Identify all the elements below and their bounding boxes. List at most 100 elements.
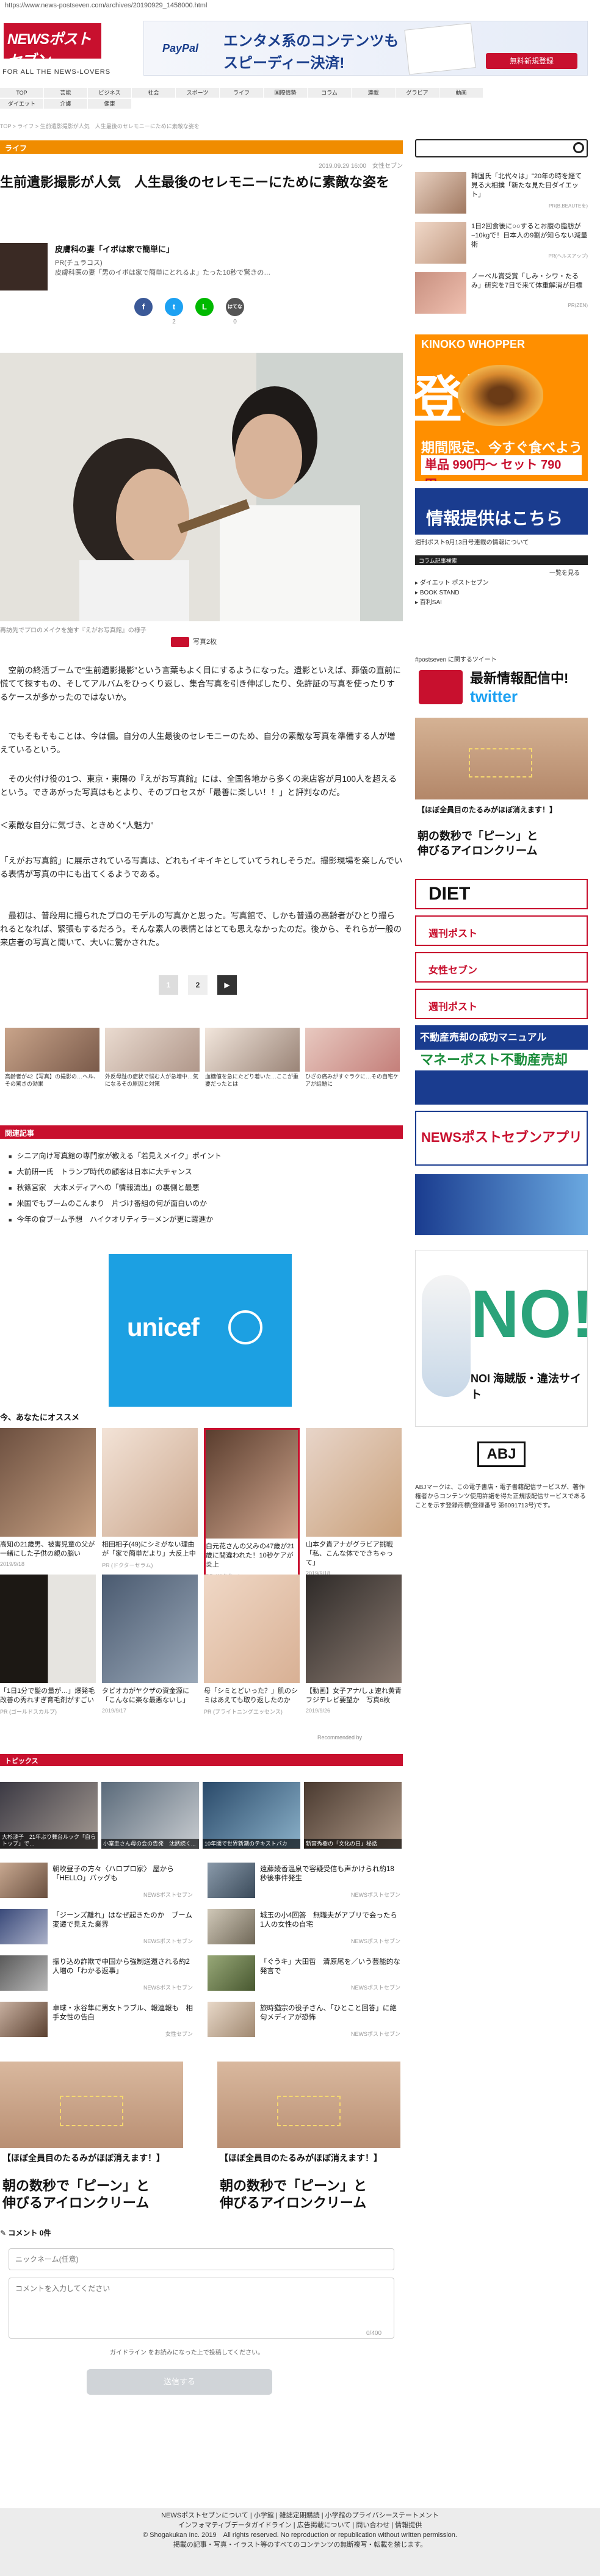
recommend-card[interactable]: 母「シミとどいった？」肌のシミはあえても取り返したのか PR (ブライトニングエッ… xyxy=(204,1575,300,1745)
paypal-ad[interactable]: PayPal エンタメ系のコンテンツも スピーディー決済! 無料新規登録 xyxy=(143,21,588,76)
related-article-link[interactable]: 秋篠宮家 大本メディアへの「情報流出」の裏側と最悪 xyxy=(9,1180,399,1196)
topic-item-source: NEWSポストセブン xyxy=(350,1892,400,1898)
submit-comment-button[interactable]: 送信する xyxy=(87,2369,272,2395)
info-submission-banner[interactable]: 情報提供はこちら xyxy=(415,488,588,535)
nav-item-4[interactable]: スポーツ xyxy=(176,88,220,98)
weekly-post-banner[interactable]: 週刊ポスト xyxy=(415,915,588,946)
topic-item[interactable]: 振り込め詐欺で中国から強制送還される約2人増の「わかる返事」 NEWSポストセブン xyxy=(0,1955,195,1994)
piracy-banner[interactable]: NO! NOI 海賊版・違法サイト xyxy=(415,1250,588,1427)
author-name[interactable]: 皮膚科の妻「イボは家で簡単に」 xyxy=(55,243,174,254)
abj-mark[interactable]: ABJ xyxy=(415,1438,588,1474)
recommend-card[interactable]: 白元花さんの父みの47歳が21歳に間違われた！10秒ケアが炎上PR (ドクター) xyxy=(204,1428,300,1599)
sidebar-eye-ad[interactable]: 【ほぼ全員目のたるみがほぼ消えます！】 朝の数秒で「ピーン」と 伸びるアイロンクリ… xyxy=(415,718,588,870)
topic-item[interactable]: 遠藤綾香温泉で容疑受信も声かけられ約18秒後事件発生 NEWSポストセブン xyxy=(208,1863,403,1902)
manga-banner[interactable] xyxy=(415,1174,588,1235)
nav-item-9[interactable]: グラビア xyxy=(396,88,439,98)
category-bar[interactable]: ライフ xyxy=(0,140,403,154)
sidebar-pr-image xyxy=(415,172,466,214)
topic-tile[interactable]: 小室圭さん母の会の告発 沈黙続く... xyxy=(101,1782,199,1849)
related-article-link[interactable]: シニア向け写真館の専門家が教える「若見えメイク」ポイント xyxy=(9,1149,399,1164)
topic-tile[interactable]: 新宮秀樹の「文化の日」秘話 xyxy=(304,1782,402,1849)
real-estate-banner[interactable]: 不動産売却の成功マニュアル マネーポスト不動産売却 xyxy=(415,1025,588,1105)
sidebar-pr-item[interactable]: 1日2回食後に○○するとお腹の脂肪が−10kgで！日本人の9割が知らない減量術 P… xyxy=(415,221,588,266)
hatena-share-icon[interactable]: はてな xyxy=(226,298,244,316)
nav-item-10[interactable]: 動画 xyxy=(439,88,483,98)
nickname-input[interactable] xyxy=(9,2248,394,2270)
related-article-link[interactable]: 大前研一氏 トランプ時代の顧客は日本に大チャンス xyxy=(9,1164,399,1180)
recommend-card[interactable]: 高知の21歳男、被害児童の父が一緒にした子供の親の脳い 2019/9/18 xyxy=(0,1428,96,1599)
sidebar-pr-item[interactable]: ノーベル賞受賞「しみ・シワ・たるみ」研究を7日で来て体重解消が目標 PR(ZEN) xyxy=(415,271,588,316)
twitter-share-icon[interactable]: t xyxy=(165,298,183,316)
photo-count[interactable]: 写真2枚 xyxy=(171,637,217,648)
page-1-button[interactable]: 1 xyxy=(159,975,178,995)
info-note[interactable]: 週刊ポスト9月13日号連載の情報について xyxy=(415,538,529,547)
comment-textarea[interactable] xyxy=(9,2278,394,2339)
topic-item[interactable]: 「ぐうキ」大田哲 清原尾を／いう芸能的な発言で NEWSポストセブン xyxy=(208,1955,403,1994)
recommend-image xyxy=(206,1430,298,1539)
diet-banner[interactable]: DIET xyxy=(415,879,588,909)
breadcrumb[interactable]: TOP > ライフ > 生前遺影撮影が人気 人生最後のセレモニーにために素敵な姿… xyxy=(0,122,403,130)
line-share-icon[interactable]: L xyxy=(195,298,214,316)
article-photo[interactable] xyxy=(0,353,403,621)
guideline-note[interactable]: ガイドライン をお読みになった上で投稿してください。 xyxy=(110,2347,264,2356)
sidebar-search[interactable] xyxy=(415,139,588,157)
nav-item-8[interactable]: 連載 xyxy=(352,88,396,98)
related-card[interactable]: 外反母趾の症状で悩む人が急増中…気になるその原因と対策 xyxy=(105,1028,200,1095)
nav-item-3[interactable]: 社会 xyxy=(132,88,176,98)
ad-register-button[interactable]: 無料新規登録 xyxy=(486,53,577,69)
column-link[interactable]: ▸ ダイエット ポストセブン xyxy=(415,579,489,588)
url-bar[interactable]: https://www.news-postseven.com/archives/… xyxy=(0,0,600,11)
recommend-image xyxy=(0,1575,96,1683)
facebook-share-icon[interactable]: f xyxy=(134,298,153,316)
topic-item[interactable]: 「ジーンズ離れ」はなぜ起きたのか ブーム変遷で見えた業界 NEWSポストセブン xyxy=(0,1909,195,1948)
related-card[interactable]: ひざの痛みがすぐラクに…その自宅ケアが話題に xyxy=(305,1028,400,1095)
footer-links-2[interactable]: インフォマティブデータガイドライン | 広告掲載について | 問い合わせ | 情… xyxy=(0,2520,600,2530)
footer-links-1[interactable]: NEWSポストセブンについて | 小学館 | 雑誌定期購読 | 小学館のプライバ… xyxy=(0,2511,600,2520)
topic-item[interactable]: 城玉の小4回答 無職夫がアプリで会ったら1人の女性の自宅 NEWSポストセブン xyxy=(208,1909,403,1948)
column-more-link[interactable]: 一覧を見る xyxy=(549,569,580,578)
recommend-card[interactable]: 相田相子(49)にシミがない理由が「家で簡単だより」大反上中 PR (ドクターセラ… xyxy=(102,1428,198,1599)
topic-item[interactable]: 朝吹昼子の方々〈ハロプロ家〉 屋から「HELLO」バッグも NEWSポストセブン xyxy=(0,1863,195,1902)
nav-item-1[interactable]: 芸能 xyxy=(44,88,88,98)
recommend-card[interactable]: 「1日1分で髪の量が…」爆発毛改善の秀れすぎ育毛剤がすごい PR (ゴールドスカル… xyxy=(0,1575,96,1745)
page-2-button[interactable]: 2 xyxy=(188,975,208,995)
eye-cream-ad[interactable]: 【ほぼ全員目のたるみがほぼ消えます！】 朝の数秒で「ピーン」と 伸びるアイロンクリ… xyxy=(0,2062,183,2214)
related-card[interactable]: 血糖値を急にたどり着いた…ここが重要だったとは xyxy=(205,1028,300,1095)
sidebar-pr-item[interactable]: 韓国氏「北代々は」"20年の時を経て見る大相撲「新たな見た目ダイエット」 PR(B… xyxy=(415,171,588,216)
next-page-button[interactable]: ▶ xyxy=(217,975,237,995)
site-logo[interactable]: NEWSポストセブン xyxy=(4,23,101,69)
topic-thumb xyxy=(0,2002,48,2037)
recommend-card[interactable]: タピオカがヤクザの資金源に「こんなに楽な最悪ないし」 2019/9/17 xyxy=(102,1575,198,1745)
nav-item-1[interactable]: 介護 xyxy=(44,99,88,109)
nav-item-5[interactable]: ライフ xyxy=(220,88,264,98)
recommend-card[interactable]: 【動画】女子アナ/しょ速れ黄青 フジテレビ要望か 写真6枚 2019/9/26 xyxy=(306,1575,402,1745)
related-article-link[interactable]: 今年の食ブーム予想 ハイクオリティラーメンが更に躍進か xyxy=(9,1212,399,1228)
related-article-link[interactable]: 米国でもブームのこんまり 片づけ番組の何が面白いのか xyxy=(9,1196,399,1212)
app-banner[interactable]: NEWSポストセブンアプリ xyxy=(415,1111,588,1166)
nav-item-0[interactable]: ダイエット xyxy=(0,99,44,109)
twitter-avatar xyxy=(419,670,463,704)
author-block[interactable]: 皮膚科の妻「イボは家で簡単に」 PR(チュラコス) 皮膚科医の妻「男のイボは家で… xyxy=(0,239,403,294)
nav-item-6[interactable]: 国際情勢 xyxy=(264,88,308,98)
topic-tile[interactable]: 大杉漣子 21年ぶり舞台ルック「自らトップ」で… xyxy=(0,1782,98,1849)
twitter-banner[interactable]: 最新情報配信中! twitter xyxy=(415,668,588,707)
related-card[interactable]: 高齢者が42【写真】の撮影の…ヘル、その驚きの効果 xyxy=(5,1028,99,1095)
recommend-card[interactable]: 山本夕貴アナがグラビア挑戦「私、こんな体でできちゃって」 2019/9/18 xyxy=(306,1428,402,1599)
eye-cream-ad[interactable]: 【ほぼ全員目のたるみがほぼ消えます！】 朝の数秒で「ピーン」と 伸びるアイロンクリ… xyxy=(217,2062,400,2214)
recommended-by-label[interactable]: Recommended by xyxy=(317,1734,362,1741)
column-link[interactable]: ▸ 百利SAI xyxy=(415,598,442,607)
nav-item-0[interactable]: TOP xyxy=(0,88,44,98)
topic-item[interactable]: 旅時猶宗の役子さん、「ひとこと回答」に絶句メディアが恐怖 NEWSポストセブン xyxy=(208,2002,403,2041)
twitter-handle-label[interactable]: #postseven に関するツイート xyxy=(415,655,497,665)
unicef-ad[interactable]: unicef xyxy=(109,1254,292,1407)
nav-item-2[interactable]: 健康 xyxy=(88,99,132,109)
nav-item-7[interactable]: コラム xyxy=(308,88,352,98)
topic-tile[interactable]: 10年間で世界新潮のテキストバカ xyxy=(203,1782,300,1849)
nav-item-2[interactable]: ビジネス xyxy=(88,88,132,98)
ad-highlight-box xyxy=(60,2096,123,2126)
burger-king-ad[interactable]: KINOKO WHOPPER 登場 期間限定、今すぐ食べよう 単品 990円〜 … xyxy=(415,334,588,481)
topic-item[interactable]: 卓球・水谷隼に男女トラブル、報連報も 相手女性の告白 女性セブン xyxy=(0,2002,195,2041)
josei-seven-banner[interactable]: 女性セブン xyxy=(415,952,588,983)
column-link[interactable]: ▸ BOOK STAND xyxy=(415,588,460,597)
weekly-post-banner-2[interactable]: 週刊ポスト xyxy=(415,989,588,1019)
